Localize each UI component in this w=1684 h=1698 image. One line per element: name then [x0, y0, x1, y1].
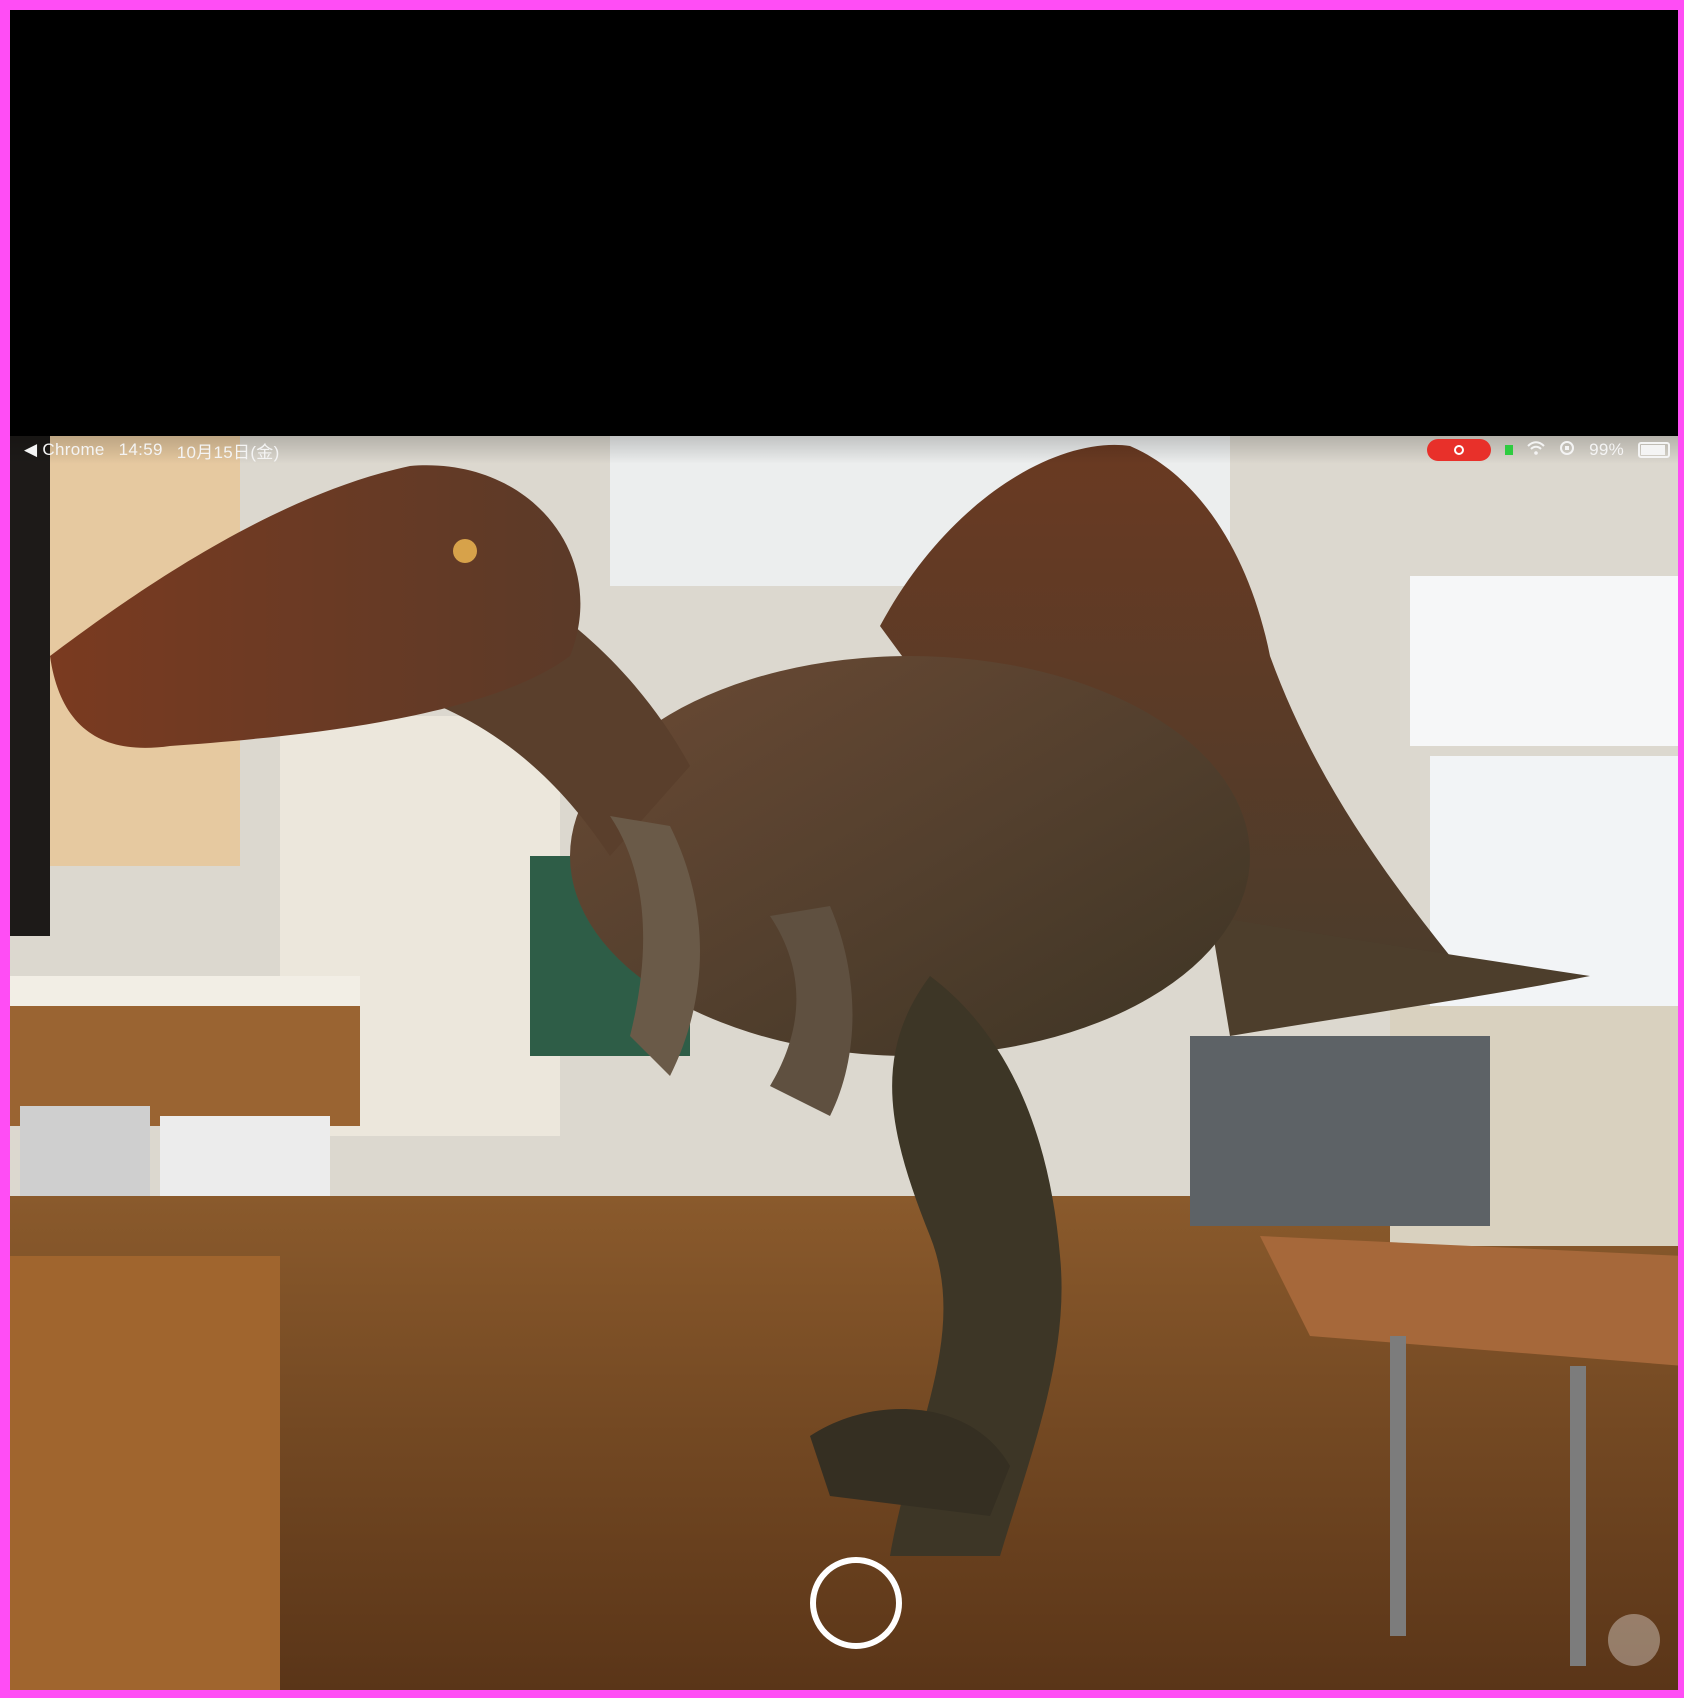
- battery-icon: [1638, 442, 1670, 458]
- capture-button[interactable]: [810, 1557, 902, 1649]
- screen-recording-pill[interactable]: [1427, 439, 1492, 461]
- back-to-chrome-link[interactable]: ◀ Chrome: [24, 440, 105, 460]
- orientation-lock-icon: [1559, 440, 1575, 461]
- left-door-frame: [10, 436, 50, 936]
- stage-step: [10, 1256, 280, 1690]
- ios-status-bar: ◀ Chrome 14:59 10月15日(金) 99%: [10, 436, 1684, 464]
- ar-camera-view[interactable]: ◀ Chrome 14:59 10月15日(金) 99%: [10, 436, 1684, 1690]
- status-bar-right: 99%: [1413, 439, 1684, 461]
- assistive-touch-button[interactable]: [1608, 1614, 1660, 1666]
- grey-desk: [1190, 1036, 1490, 1226]
- battery-fill: [1641, 445, 1665, 455]
- status-date: 10月15日(金): [176, 442, 280, 462]
- camera-in-use-indicator: [1505, 445, 1514, 455]
- battery-percent: 99%: [1589, 440, 1624, 459]
- status-time: 14:59: [118, 440, 163, 459]
- ar-scene: [10, 436, 1684, 1690]
- letterbox-top: [10, 10, 1684, 436]
- record-icon: [1454, 445, 1465, 455]
- wifi-icon: [1527, 440, 1545, 460]
- status-bar-left: ◀ Chrome 14:59 10月15日(金): [10, 438, 294, 463]
- window-right-top: [1410, 576, 1684, 746]
